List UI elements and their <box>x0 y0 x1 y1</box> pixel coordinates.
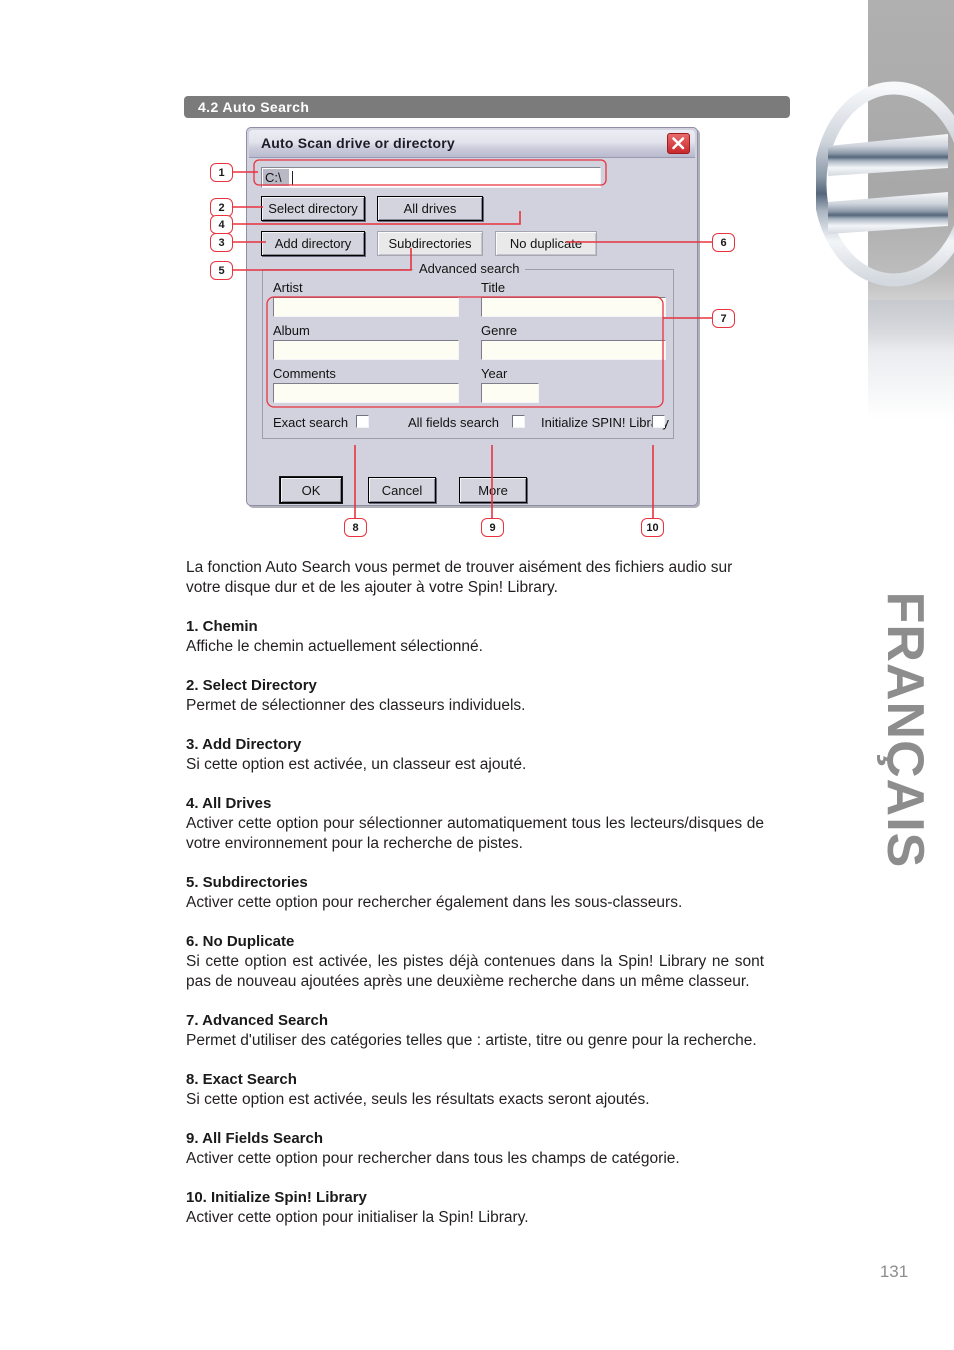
entry-body: Permet d'utiliser des catégories telles … <box>186 1032 757 1049</box>
dialog-title: Auto Scan drive or directory <box>261 135 455 151</box>
entry-heading: 2. Select Directory <box>186 677 317 694</box>
title-input[interactable] <box>481 297 666 317</box>
title-label: Title <box>481 280 506 295</box>
add-directory-button[interactable]: Add directory <box>261 231 365 256</box>
advanced-search-group: Advanced search Artist Title Album Genre… <box>262 261 674 439</box>
entry-body: Si cette option est activée, seuls les r… <box>186 1091 650 1108</box>
numbered-entry: 3. Add Directory Si cette option est acti… <box>186 735 764 775</box>
year-label: Year <box>481 366 508 381</box>
entry-body: Activer cette option pour rechercher dan… <box>186 1150 680 1167</box>
numbered-entry: 1. Chemin Affiche le chemin actuellement … <box>186 617 764 657</box>
numbered-entry: 4. All Drives Activer cette option pour s… <box>186 794 764 854</box>
entry-body: Permet de sélectionner des classeurs ind… <box>186 697 526 714</box>
all-drives-button[interactable]: All drives <box>377 196 483 221</box>
subdirectories-button[interactable]: Subdirectories <box>377 231 483 256</box>
entry-body: Si cette option est activée, les pistes … <box>186 953 764 990</box>
comments-input[interactable] <box>273 383 459 403</box>
entry-body: Activer cette option pour initialiser la… <box>186 1209 529 1226</box>
entry-heading: 1. Chemin <box>186 618 258 635</box>
numbered-entry: 2. Select Directory Permet de sélectionne… <box>186 676 764 716</box>
callout-6: 6 <box>712 233 735 252</box>
path-input[interactable]: C:\ <box>261 167 601 188</box>
initialize-spin-library-checkbox[interactable] <box>652 415 665 428</box>
dialog-body: C:\ Select directory All drives Add dire… <box>252 159 692 503</box>
entry-body: Si cette option est activée, un classeur… <box>186 756 527 773</box>
callout-3: 3 <box>210 233 233 252</box>
entry-body: Activer cette option pour sélectionner a… <box>186 815 764 852</box>
entry-heading: 9. All Fields Search <box>186 1130 323 1147</box>
numbered-entries: 1. Chemin Affiche le chemin actuellement … <box>186 617 764 1228</box>
genre-input[interactable] <box>481 340 666 360</box>
album-label: Album <box>273 323 310 338</box>
entry-body: Activer cette option pour rechercher éga… <box>186 894 683 911</box>
callout-4: 4 <box>210 215 233 234</box>
album-input[interactable] <box>273 340 459 360</box>
callout-7: 7 <box>712 309 735 328</box>
select-directory-button[interactable]: Select directory <box>261 196 365 221</box>
entry-heading: 5. Subdirectories <box>186 874 308 891</box>
numbered-entry: 7. Advanced Search Permet d'utiliser des … <box>186 1011 764 1051</box>
callout-1: 1 <box>210 163 233 182</box>
callout-10: 10 <box>641 518 664 537</box>
artist-label: Artist <box>273 280 303 295</box>
close-icon[interactable] <box>667 133 690 154</box>
intro-paragraph: La fonction Auto Search vous permet de t… <box>186 559 733 596</box>
all-fields-search-checkbox[interactable] <box>512 415 525 428</box>
no-duplicate-button[interactable]: No duplicate <box>495 231 597 256</box>
genre-label: Genre <box>481 323 518 338</box>
callout-8: 8 <box>344 518 367 537</box>
entry-body: Affiche le chemin actuellement sélection… <box>186 638 483 655</box>
entry-heading: 6. No Duplicate <box>186 933 295 950</box>
numbered-entry: 8. Exact Search Si cette option est activ… <box>186 1070 764 1110</box>
callout-9: 9 <box>481 518 504 537</box>
artist-input[interactable] <box>273 297 459 317</box>
section-header-title: 4.2 Auto Search <box>198 99 310 115</box>
cancel-button[interactable]: Cancel <box>368 477 436 503</box>
dialog-titlebar: Auto Scan drive or directory <box>249 130 695 158</box>
numbered-entry: 5. Subdirectories Activer cette option po… <box>186 873 764 913</box>
initialize-spin-library-label: Initialize SPIN! Library <box>541 415 669 430</box>
entry-heading: 3. Add Directory <box>186 736 302 753</box>
path-input-value: C:\ <box>265 170 282 185</box>
language-tab-label: FRANÇAIS <box>876 591 934 869</box>
all-fields-search-label: All fields search <box>408 415 500 430</box>
rail-reflection <box>868 300 954 420</box>
comments-label: Comments <box>273 366 336 381</box>
page-number: 131 <box>879 1262 909 1281</box>
ok-button[interactable]: OK <box>280 477 342 503</box>
more-button[interactable]: More <box>459 477 527 503</box>
section-header-bar: 4.2 Auto Search <box>184 96 790 118</box>
callout-5: 5 <box>210 261 233 280</box>
exact-search-checkbox[interactable] <box>356 415 369 428</box>
entry-heading: 4. All Drives <box>186 795 272 812</box>
year-input[interactable] <box>481 383 539 403</box>
auto-scan-dialog: Auto Scan drive or directory C:\ Select … <box>246 127 698 506</box>
entry-heading: 10. Initialize Spin! Library <box>186 1189 367 1206</box>
brand-logo-icon <box>816 72 954 302</box>
body-copy: La fonction Auto Search vous permet de t… <box>186 558 764 1228</box>
entry-heading: 7. Advanced Search <box>186 1012 329 1029</box>
entry-heading: 8. Exact Search <box>186 1071 297 1088</box>
advanced-search-legend: Advanced search <box>413 261 526 276</box>
numbered-entry: 6. No Duplicate Si cette option est activ… <box>186 932 764 992</box>
text-caret <box>292 171 293 185</box>
language-tab: FRANÇAIS <box>856 520 954 940</box>
numbered-entry: 9. All Fields Search Activer cette option… <box>186 1129 764 1169</box>
numbered-entry: 10. Initialize Spin! Library Activer cett… <box>186 1188 764 1228</box>
exact-search-label: Exact search <box>273 415 349 430</box>
